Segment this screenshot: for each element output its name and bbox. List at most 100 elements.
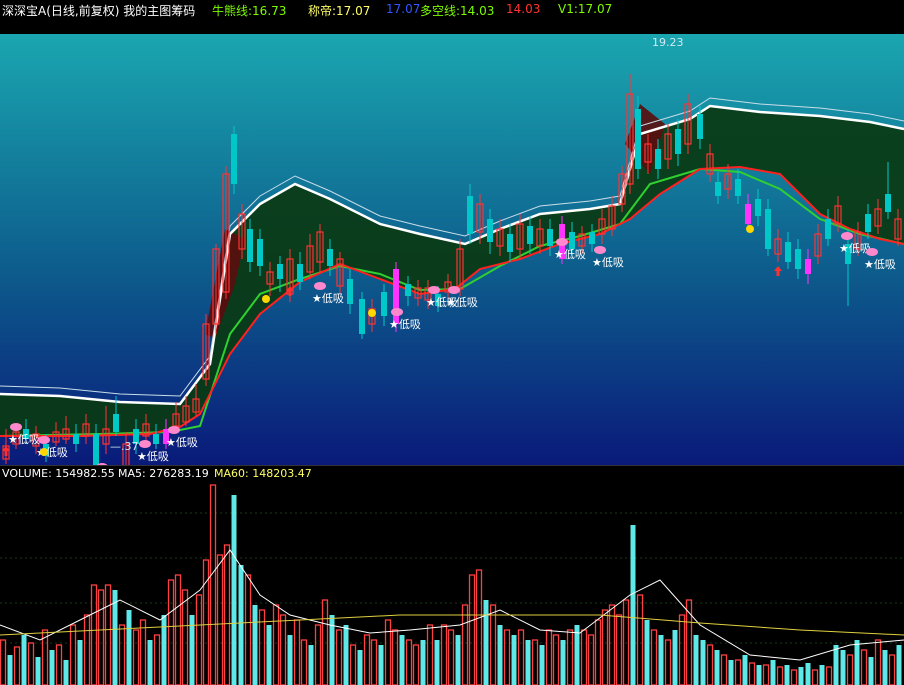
volume-bars (0, 484, 902, 685)
volume-bar (819, 665, 825, 685)
chart-title: 深深宝A(日线,前复权) 我的主图筹码 (2, 4, 196, 18)
volume-bar (209, 484, 217, 685)
volume-bar (580, 629, 588, 685)
signal-label: ★低吸 (554, 248, 586, 261)
volume-chart[interactable] (0, 483, 904, 685)
panel-divider (0, 465, 904, 466)
signal-label: ★低吸 (592, 256, 624, 269)
signal-flower-icon (38, 436, 50, 444)
signal-label: ★低吸 (446, 296, 478, 309)
candle-body (697, 114, 703, 139)
volume-bar (896, 645, 902, 685)
volume-bar (770, 660, 776, 685)
candle-body (73, 434, 79, 444)
yellow-dot-icon (262, 295, 270, 303)
candle-body (655, 149, 661, 169)
candle-body (527, 226, 533, 244)
volume-bar (216, 554, 224, 685)
candle-body (785, 242, 791, 262)
indicator-chengdi: 称帝:17.07 (308, 4, 371, 18)
volume-bar (440, 624, 448, 685)
candle-body (347, 279, 353, 304)
volume-bar (300, 639, 308, 685)
volume-bar (539, 645, 545, 685)
candle-body (381, 292, 387, 316)
candle-body (715, 182, 721, 196)
volume-bar (279, 614, 287, 685)
volume-bar (601, 609, 609, 685)
low-price-label: —.37 (110, 440, 139, 453)
volume-bar (874, 639, 882, 685)
volume-bar (349, 644, 357, 685)
volume-bar (461, 604, 469, 685)
signal-flower-icon (594, 246, 606, 254)
volume-bar (644, 620, 650, 685)
candle-body (153, 434, 159, 444)
volume-bar (525, 640, 531, 685)
signal-flower-icon (314, 282, 326, 290)
candle-body (231, 134, 237, 184)
volume-bar (714, 650, 720, 685)
candle-body (113, 414, 119, 432)
volume-bar (748, 662, 756, 685)
volume-bar (825, 666, 833, 685)
candle-body (735, 179, 741, 196)
volume-bar (784, 665, 790, 685)
volume-bar (378, 645, 384, 685)
volume-bar (258, 609, 266, 685)
volume-ma60-label: MA60: 148203.47 (214, 467, 312, 480)
volume-bar (742, 655, 748, 685)
volume-bar (139, 619, 147, 685)
volume-bar (811, 669, 819, 685)
signal-label: ★低吸 (166, 436, 198, 449)
volume-bar (497, 625, 503, 685)
candle-body (825, 219, 831, 239)
volume-label: VOLUME: 154982.55 (2, 467, 115, 480)
price-chart[interactable]: ★低吸★低吸★低吸★低吸★低吸★低吸★低吸★低吸★低吸★低吸★低吸★低吸★低吸 … (0, 34, 904, 465)
candle-body (327, 249, 333, 266)
candle-body (405, 284, 411, 296)
volume-bar (693, 635, 699, 685)
volume-bar (357, 650, 363, 685)
volume-bar (97, 589, 105, 685)
candle-body (547, 229, 553, 246)
volume-bar (636, 594, 644, 685)
volume-bar (798, 667, 804, 685)
volume-bar (700, 640, 706, 685)
signal-flower-icon (168, 426, 180, 434)
volume-bar (650, 629, 658, 685)
candle-body (257, 239, 263, 266)
volume-bar (833, 645, 839, 685)
volume-bar (287, 635, 293, 685)
volume-bar (517, 629, 525, 685)
candle-body (359, 299, 365, 334)
volume-bar (55, 644, 63, 685)
volume-bar (35, 657, 41, 685)
volume-bar (420, 640, 426, 685)
volume-bar (840, 650, 846, 685)
volume-bar (314, 624, 322, 685)
volume-bar (672, 630, 678, 685)
volume-bar (21, 635, 27, 685)
volume-bar (13, 646, 21, 685)
volume-bar (434, 640, 440, 685)
volume-bar (489, 604, 497, 685)
volume-bar (69, 624, 77, 685)
signal-flower-icon (866, 248, 878, 256)
indicator-bull-bear: 牛熊线:16.73 (212, 4, 287, 18)
volume-bar (244, 574, 252, 685)
candle (231, 126, 237, 194)
candle-body (795, 249, 801, 269)
candle-body (765, 209, 771, 249)
volume-bar (223, 544, 231, 685)
candle-body (589, 232, 595, 244)
volume-bar (272, 604, 280, 685)
indicator-blue-value: 17.07 (386, 2, 421, 16)
volume-bar (475, 569, 483, 685)
volume-bar (202, 559, 210, 685)
yellow-dot-icon (746, 225, 754, 233)
candle-body (487, 219, 493, 242)
volume-bar (252, 605, 258, 685)
yellow-dot-icon (368, 309, 376, 317)
volume-bar (132, 629, 140, 685)
